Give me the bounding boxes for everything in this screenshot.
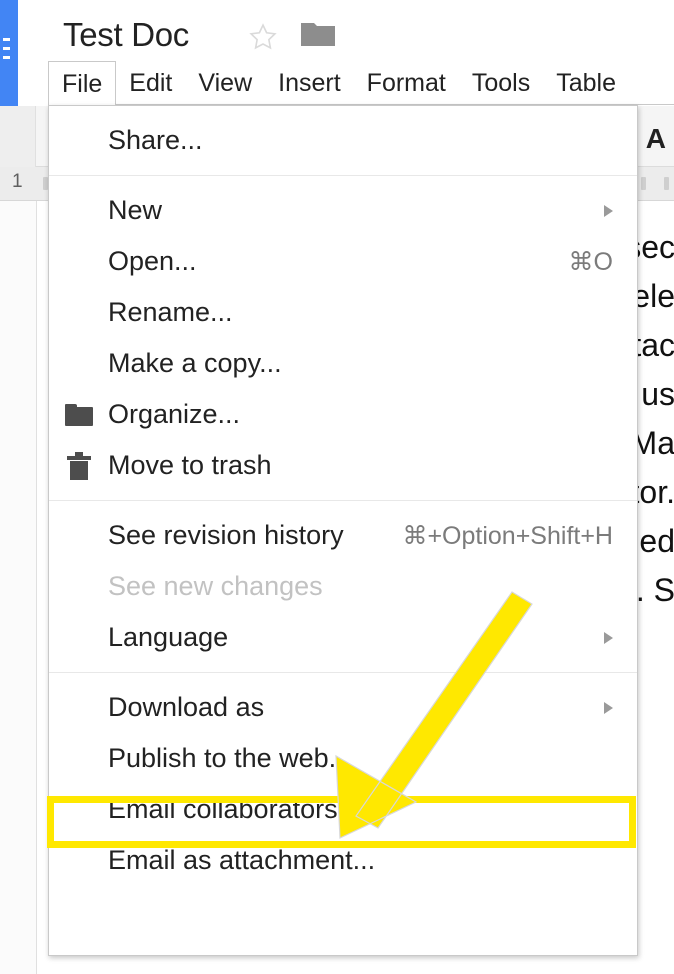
menu-item-email-as-attachment[interactable]: Email as attachment... bbox=[49, 835, 637, 886]
menu-view[interactable]: View bbox=[185, 61, 265, 106]
menu-item-organize[interactable]: Organize... bbox=[49, 389, 637, 440]
submenu-arrow-icon bbox=[604, 204, 613, 217]
menu-bar-items: File Edit View Insert Format Tools Table bbox=[48, 60, 629, 107]
submenu-arrow-icon bbox=[604, 701, 613, 714]
menu-item-email-collaborators[interactable]: Email collaborators... bbox=[49, 784, 637, 835]
menu-item-label: Make a copy... bbox=[108, 348, 282, 378]
menu-separator bbox=[49, 175, 637, 176]
menu-item-label: Rename... bbox=[108, 297, 233, 327]
ruler-indent-marker[interactable] bbox=[664, 177, 669, 190]
menu-item-shortcut: ⌘O bbox=[568, 247, 613, 276]
menu-item-label: New bbox=[108, 195, 163, 225]
submenu-arrow-icon bbox=[604, 631, 613, 644]
menu-item-move-to-trash[interactable]: Move to trash bbox=[49, 440, 637, 491]
document-title[interactable]: Test Doc bbox=[63, 16, 189, 54]
menu-item-see-new-changes: See new changes bbox=[49, 561, 637, 612]
menu-item-label: Email as attachment... bbox=[108, 845, 376, 875]
menu-item-label: Email collaborators... bbox=[108, 794, 361, 824]
menu-item-label: Download as bbox=[108, 692, 265, 722]
star-outline-icon[interactable] bbox=[248, 22, 278, 52]
menu-item-label: See new changes bbox=[108, 571, 323, 601]
menu-bar: File Edit View Insert Format Tools Table bbox=[0, 60, 674, 107]
menu-separator bbox=[49, 672, 637, 673]
menu-bottom-padding bbox=[49, 886, 637, 900]
menu-file[interactable]: File bbox=[48, 60, 117, 107]
menu-item-share[interactable]: Share... bbox=[49, 115, 637, 166]
menu-item-label: Publish to the web... bbox=[108, 743, 352, 773]
file-dropdown-menu[interactable]: Share... New Open... ⌘O Rename... Make a copy… bbox=[48, 105, 638, 956]
menu-item-publish-to-the-web[interactable]: Publish to the web... bbox=[49, 733, 637, 784]
menu-top-padding bbox=[49, 106, 637, 115]
trash-icon bbox=[63, 450, 95, 482]
menu-item-label: Language bbox=[108, 622, 229, 652]
menu-item-new[interactable]: New bbox=[49, 185, 637, 236]
menu-item-see-revision-history[interactable]: See revision history ⌘+Option+Shift+H bbox=[49, 510, 637, 561]
page-margin-area bbox=[0, 201, 36, 974]
logo-line bbox=[3, 47, 10, 50]
menu-item-language[interactable]: Language bbox=[49, 612, 637, 663]
menu-table[interactable]: Table bbox=[543, 61, 629, 106]
ruler-indent-marker[interactable] bbox=[641, 177, 646, 190]
logo-line bbox=[3, 38, 10, 41]
menu-item-label: Share... bbox=[108, 125, 203, 155]
menu-item-make-a-copy[interactable]: Make a copy... bbox=[49, 338, 637, 389]
menu-insert[interactable]: Insert bbox=[265, 61, 354, 106]
menu-item-rename[interactable]: Rename... bbox=[49, 287, 637, 338]
logo-line bbox=[3, 56, 10, 59]
toolbar-left-group bbox=[0, 106, 36, 167]
menu-format[interactable]: Format bbox=[354, 61, 459, 106]
menu-item-open[interactable]: Open... ⌘O bbox=[49, 236, 637, 287]
menu-item-label: Organize... bbox=[108, 399, 241, 429]
ruler-tick-label: 1 bbox=[12, 171, 23, 192]
menu-item-label: See revision history bbox=[108, 520, 344, 550]
menu-item-label: Open... bbox=[108, 246, 197, 276]
menu-edit[interactable]: Edit bbox=[116, 61, 185, 106]
folder-icon bbox=[63, 399, 95, 431]
text-color-icon[interactable]: A bbox=[646, 123, 666, 155]
menu-item-shortcut: ⌘+Option+Shift+H bbox=[402, 521, 613, 550]
menu-separator bbox=[49, 500, 637, 501]
menu-item-label: Move to trash bbox=[108, 450, 272, 480]
menu-item-download-as[interactable]: Download as bbox=[49, 682, 637, 733]
move-to-folder-icon[interactable] bbox=[301, 21, 335, 47]
menu-tools[interactable]: Tools bbox=[459, 61, 543, 106]
